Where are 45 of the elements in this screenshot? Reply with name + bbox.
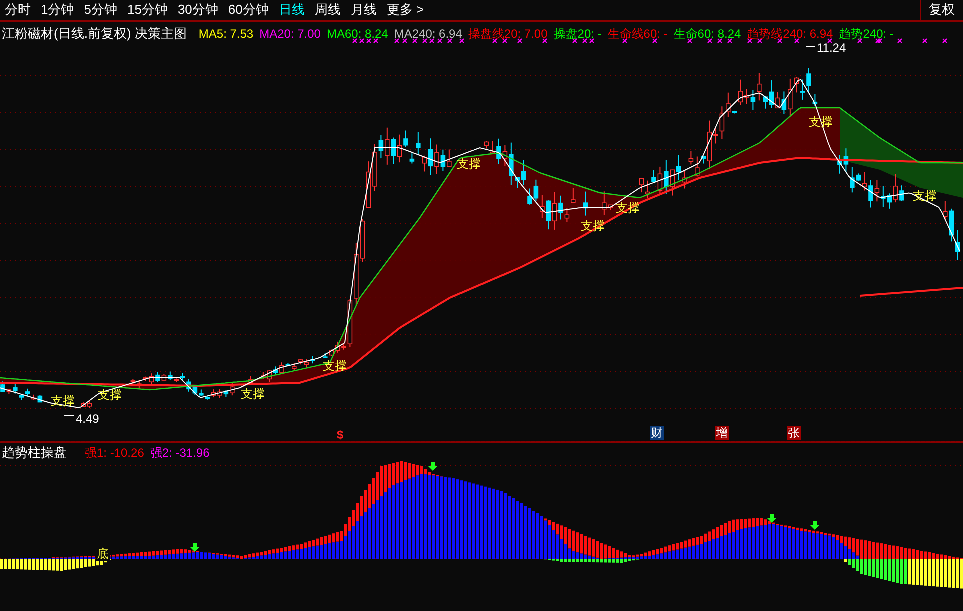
legend-label: MA5: 7.53 bbox=[198, 26, 254, 43]
timeframe-tab[interactable]: 1分钟 bbox=[41, 0, 74, 20]
legend-label: 操盘20: - bbox=[554, 26, 602, 43]
chart-title: 江粉磁材(日线.前复权) 决策主图 bbox=[2, 25, 187, 43]
support-label: 支撑 bbox=[808, 115, 834, 129]
legend-label: 生命线60: - bbox=[608, 26, 668, 43]
down-arrow-icon bbox=[428, 462, 438, 471]
price-label: 4.49 bbox=[76, 411, 100, 428]
marker-tag: 张 bbox=[787, 426, 801, 440]
down-arrow-icon bbox=[810, 521, 820, 530]
timeframe-tab[interactable]: 日线 bbox=[278, 0, 305, 20]
more-button[interactable]: 更多 > bbox=[386, 0, 424, 20]
marker-tag: $ bbox=[337, 428, 344, 442]
candlestick bbox=[583, 191, 588, 216]
bottom-label: 底 bbox=[96, 547, 110, 561]
timeframe-tab[interactable]: 60分钟 bbox=[228, 0, 269, 20]
support-label: 支撑 bbox=[322, 359, 348, 373]
timeframe-tab[interactable]: 15分钟 bbox=[127, 0, 168, 20]
legend-label: MA20: 7.00 bbox=[260, 26, 321, 43]
timeframe-tab[interactable]: 分时 bbox=[5, 0, 31, 20]
candlestick bbox=[571, 188, 576, 204]
legend-label: 操盘线20: 7.00 bbox=[468, 26, 548, 43]
legend-label: MA240: 6.94 bbox=[394, 26, 462, 43]
leader-line bbox=[806, 46, 816, 48]
price-label: 11.24 bbox=[817, 40, 846, 57]
adjust-button[interactable]: 复权 bbox=[920, 0, 963, 20]
timeframe-tab[interactable]: 月线 bbox=[350, 0, 377, 20]
legend-label: MA60: 8.24 bbox=[326, 26, 388, 43]
legend-label: 趋势240: - bbox=[839, 26, 894, 43]
candlestick bbox=[248, 376, 254, 385]
indicator-title: 趋势柱操盘 bbox=[2, 444, 67, 462]
marker-tag: 财 bbox=[650, 426, 664, 440]
marker-tag: 增 bbox=[715, 426, 729, 440]
support-label: 支撑 bbox=[240, 387, 266, 401]
legend-label: 生命60: 8.24 bbox=[674, 26, 742, 43]
support-label: 支撑 bbox=[456, 157, 482, 171]
legend-label: 趋势线240: 6.94 bbox=[747, 26, 834, 43]
legend-label: 强1: -10.26 bbox=[85, 444, 144, 462]
legend-label: 强2: -31.96 bbox=[150, 444, 210, 462]
timeframe-tab[interactable]: 30分钟 bbox=[178, 0, 218, 20]
support-label: 支撑 bbox=[97, 388, 123, 402]
down-arrow-icon bbox=[767, 514, 777, 523]
timeframe-tab[interactable]: 周线 bbox=[314, 0, 341, 20]
timeframe-tab[interactable]: 5分钟 bbox=[84, 0, 118, 20]
down-arrow-icon bbox=[190, 543, 200, 552]
